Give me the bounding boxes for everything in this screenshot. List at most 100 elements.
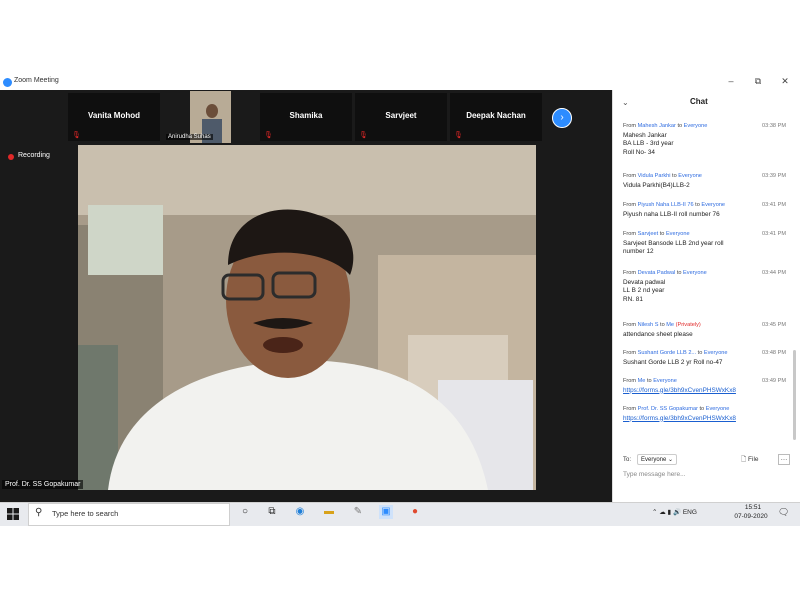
next-page-arrow-icon[interactable]: › — [552, 108, 572, 128]
taskbar-search-placeholder[interactable]: Type here to search — [52, 509, 118, 518]
muted-mic-icon: 🎙 — [359, 132, 368, 139]
chat-message: From Piyush Naha LLB-II 76 to Everyone 03… — [623, 201, 786, 219]
participant-tile[interactable]: Deepak Nachan 🎙 — [450, 93, 542, 141]
chat-title: Chat — [690, 97, 708, 106]
more-options-button[interactable]: … — [778, 454, 790, 465]
message-link[interactable]: https://forms.gle/3bh9xCvenPHSWxKx8 — [623, 415, 786, 424]
restore-button[interactable]: ⧉ — [751, 76, 765, 87]
participant-tile[interactable]: Sarvjeet 🎙 — [355, 93, 447, 141]
chat-message: From Mahesh Jankar to Everyone 03:38 PM M… — [623, 122, 786, 157]
muted-mic-icon: 🎙 — [72, 132, 81, 139]
message-line: Piyush naha LLB-II roll number 76 — [623, 210, 720, 218]
muted-mic-icon: 🎙 — [264, 132, 273, 139]
active-speaker-video — [78, 145, 536, 490]
zoom-taskbar-icon[interactable]: ▣ — [379, 505, 393, 519]
to-word: to — [676, 270, 682, 276]
message-time: 03:48 PM — [762, 350, 786, 356]
file-button[interactable]: 🗋 File — [741, 455, 759, 466]
clock-date[interactable]: 07-09-2020 — [731, 513, 771, 520]
chat-message-input[interactable]: Type message here... — [623, 471, 686, 478]
message-line: Mahesh Jankar — [623, 131, 667, 139]
edge-browser-icon[interactable]: ◉ — [293, 505, 307, 519]
message-sender: Nilesh S — [637, 322, 659, 328]
message-line: Vidula Parkhi(B4)LLB-2 — [623, 181, 690, 189]
to-word: to — [697, 350, 703, 356]
app-pin-icon[interactable]: ✎ — [351, 505, 365, 519]
chat-message: From Nilesh S to Me (Privately) 03:45 PM … — [623, 321, 786, 339]
message-line: LL B 2 nd year — [623, 287, 665, 295]
message-time: 03:49 PM — [762, 378, 786, 384]
message-sender: Mahesh Jankar — [637, 123, 676, 129]
muted-mic-icon: 🎙 — [454, 132, 463, 139]
chat-message: From Sarvjeet to Everyone 03:41 PM Sarvje… — [623, 230, 786, 257]
chat-collapse-chevron-icon[interactable]: ⌄ — [622, 98, 629, 107]
message-recipient: Everyone — [683, 270, 707, 276]
task-view-icon[interactable]: ⧉ — [265, 505, 279, 519]
message-line: attendance sheet please — [623, 330, 693, 338]
participant-video-label: Anirudha Suhas — [166, 134, 213, 140]
message-recipient: Everyone — [678, 173, 702, 179]
windows-start-icon[interactable] — [7, 507, 19, 520]
title-bar — [0, 75, 800, 90]
message-sender: Me — [637, 378, 646, 384]
to-word: to — [660, 322, 665, 328]
to-word: to — [677, 123, 683, 129]
message-line: number 12 — [623, 248, 654, 256]
message-recipient: Everyone — [701, 202, 726, 208]
from-word: From — [623, 406, 637, 412]
message-line: Sarvjeet Bansode LLB 2nd year roll — [623, 239, 724, 247]
message-link[interactable]: https://forms.gle/3bh9xCvenPHSWxKx8 — [623, 387, 786, 396]
message-time: 03:38 PM — [762, 123, 786, 129]
speaker-name-label: Prof. Dr. SS Gopakumar — [2, 480, 84, 489]
message-line: RN. 81 — [623, 295, 643, 303]
from-word: From — [623, 270, 637, 276]
to-word: to — [672, 173, 677, 179]
chrome-browser-icon[interactable]: ● — [408, 505, 422, 519]
file-icon: 🗋 — [741, 456, 747, 463]
participant-name: Sarvjeet — [385, 111, 417, 120]
minimize-button[interactable]: – — [724, 76, 738, 86]
from-word: From — [623, 123, 637, 129]
from-word: From — [623, 173, 637, 179]
message-line: BA LLB - 3rd year — [623, 140, 674, 148]
recording-label: Recording — [18, 152, 50, 159]
chat-message: From Vidula Parkhi to Everyone 03:39 PM V… — [623, 172, 786, 190]
to-word: to — [699, 406, 705, 412]
message-sender: Devata Padwal — [637, 270, 676, 276]
message-sender: Prof. Dr. SS Gopakumar — [637, 406, 698, 412]
message-recipient: Everyone — [683, 123, 708, 129]
language-indicator[interactable]: ENG — [683, 509, 697, 516]
participant-name: Shamika — [289, 111, 323, 120]
participant-tile[interactable]: Vanita Mohod 🎙 — [68, 93, 160, 141]
message-sender: Sarvjeet — [637, 231, 659, 237]
message-line: Roll No- 34 — [623, 148, 655, 156]
message-sender: Piyush Naha LLB-II 76 — [637, 202, 694, 208]
close-button[interactable]: ✕ — [778, 76, 792, 87]
message-sender: Sushant Gorde LLB 2... — [637, 350, 697, 356]
system-tray[interactable]: ⌃ ☁ ▮ 🔊 ENG — [652, 508, 697, 516]
from-word: From — [623, 378, 637, 384]
message-recipient: Everyone — [705, 406, 730, 412]
search-icon: ⚲ — [35, 507, 43, 518]
notification-icon[interactable]: 🗨 — [778, 507, 789, 518]
message-time: 03:39 PM — [762, 173, 786, 179]
message-line: Sushant Gorde LLB 2 yr Roll no-47 — [623, 358, 723, 366]
message-recipient: Everyone — [665, 231, 690, 237]
to-word: to — [695, 202, 700, 208]
chat-message: From Prof. Dr. SS Gopakumar to Everyone … — [623, 405, 786, 423]
message-line: Devata padwal — [623, 278, 666, 286]
from-word: From — [623, 350, 637, 356]
message-sender: Vidula Parkhi — [637, 173, 671, 179]
file-explorer-icon[interactable]: ▬ — [322, 505, 336, 519]
clock-time[interactable]: 15:51 — [738, 504, 768, 511]
private-tag: (Privately) — [675, 322, 701, 328]
cortana-icon[interactable]: ○ — [238, 505, 252, 519]
message-time: 03:41 PM — [762, 231, 786, 237]
participant-tile[interactable]: Shamika 🎙 — [260, 93, 352, 141]
from-word: From — [623, 231, 637, 237]
chat-scrollbar[interactable] — [793, 350, 796, 440]
recipient-dropdown[interactable]: Everyone ⌄ — [637, 454, 678, 465]
message-time: 03:44 PM — [762, 270, 786, 276]
to-word: to — [659, 231, 665, 237]
message-recipient: Everyone — [653, 378, 677, 384]
